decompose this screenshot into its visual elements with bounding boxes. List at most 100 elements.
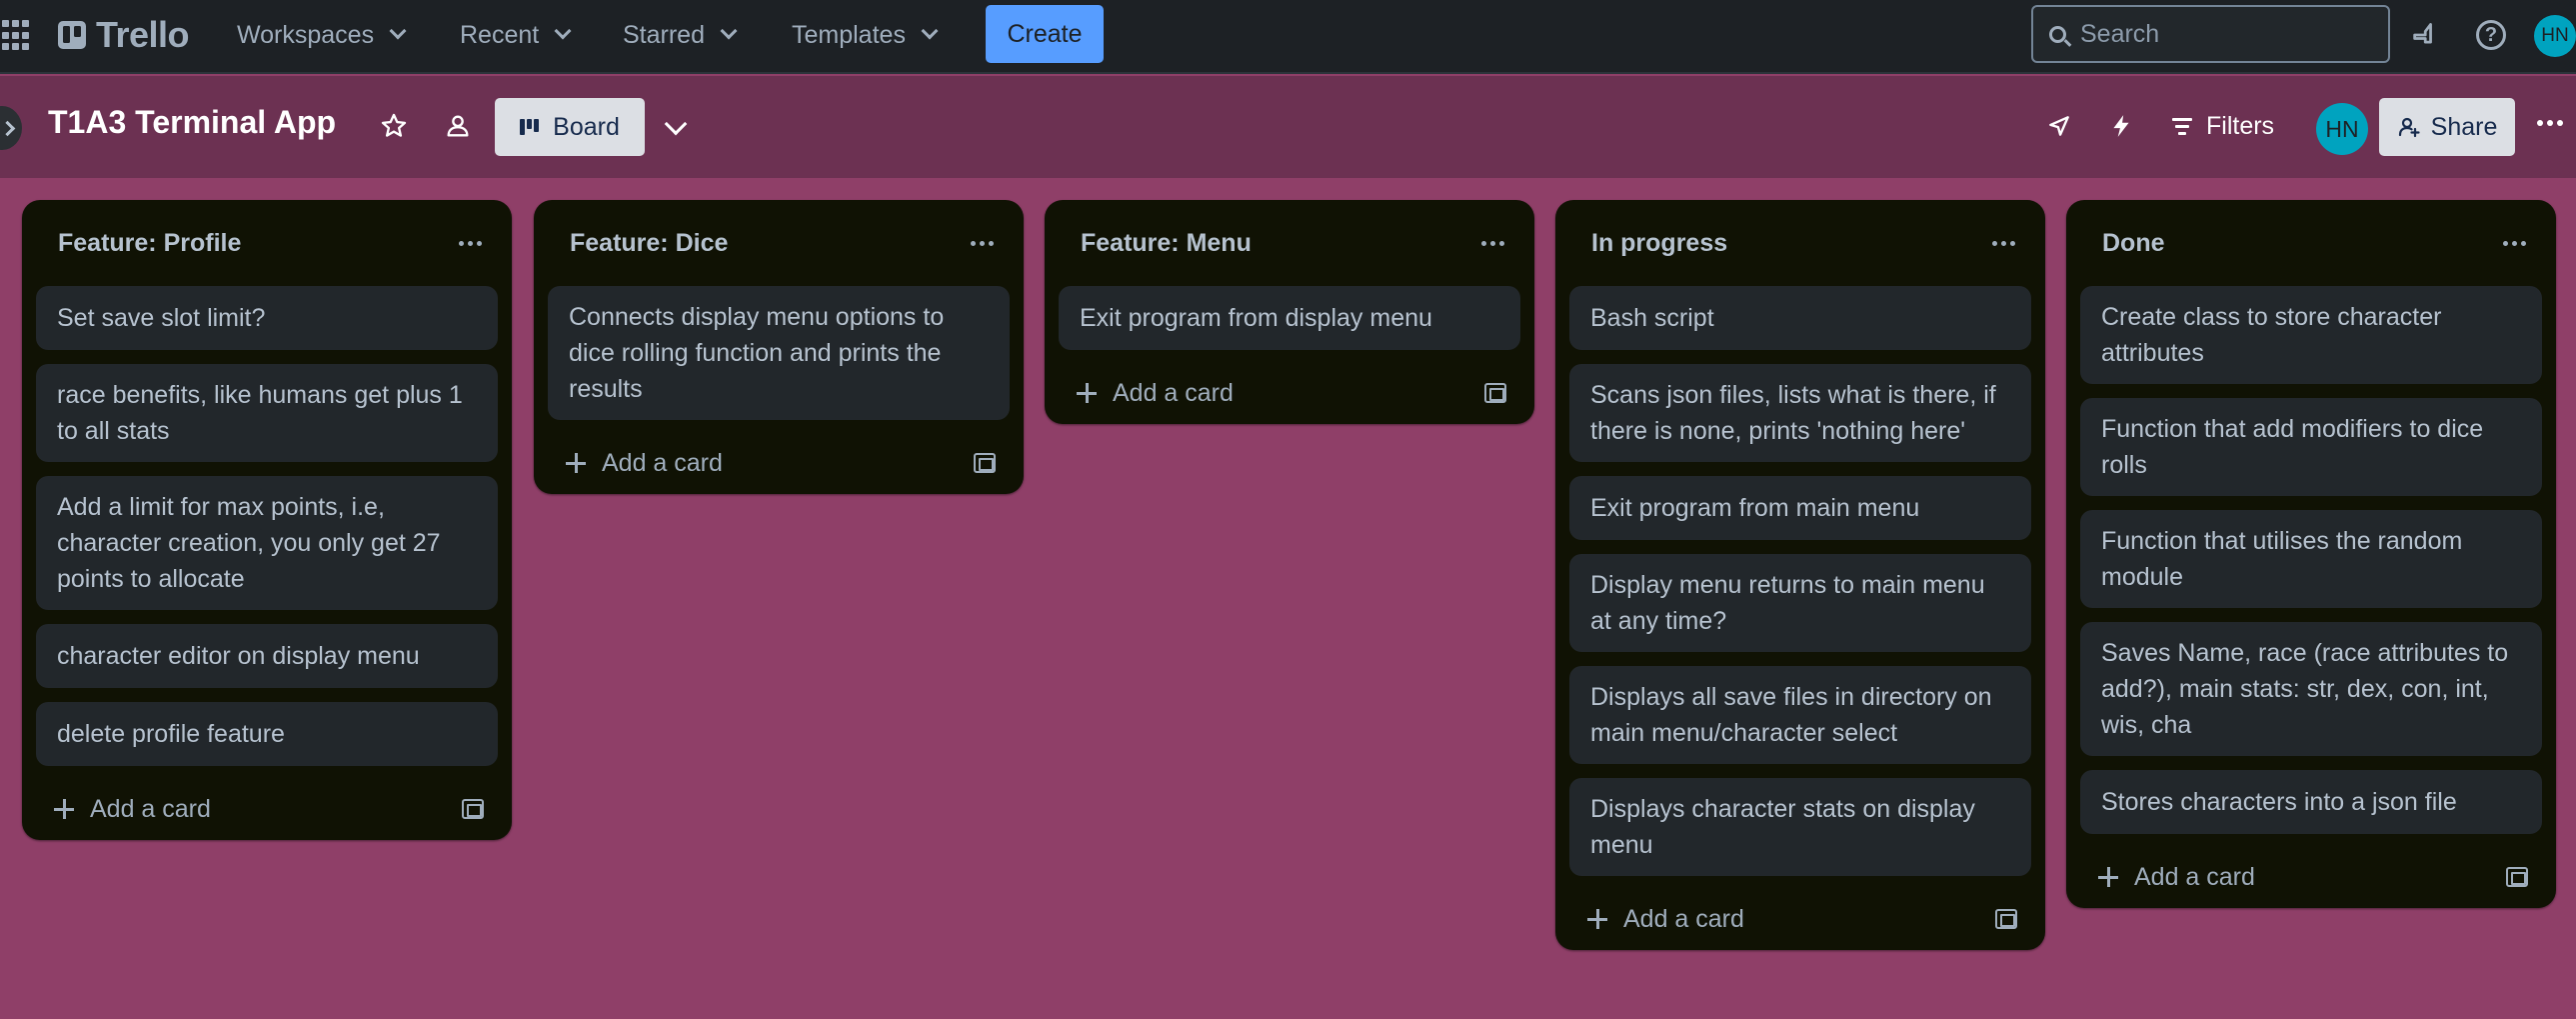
app-switcher-icon[interactable]: [0, 20, 30, 52]
filter-icon: [2172, 117, 2192, 135]
workspaces-menu[interactable]: Workspaces: [237, 14, 407, 56]
board-view-button[interactable]: Board: [495, 98, 645, 156]
automation-button[interactable]: [2101, 104, 2141, 148]
workspaces-label: Workspaces: [237, 20, 375, 49]
search-placeholder: Search: [2080, 19, 2160, 48]
card[interactable]: Create class to store character attribut…: [2080, 286, 2542, 384]
card[interactable]: Bash script: [1569, 286, 2031, 350]
add-card-button[interactable]: Add a card: [54, 795, 211, 824]
add-card-button[interactable]: Add a card: [566, 449, 723, 478]
starred-menu[interactable]: Starred: [623, 14, 738, 56]
trello-logo[interactable]: Trello: [58, 14, 190, 56]
list-header: Feature: Dice: [534, 200, 1024, 286]
card[interactable]: Exit program from main menu: [1569, 476, 2031, 540]
plus-icon: [1077, 383, 1097, 403]
card[interactable]: Displays all save files in directory on …: [1569, 666, 2031, 764]
list-title[interactable]: Feature: Menu: [1081, 229, 1252, 258]
list-header: Done: [2066, 200, 2556, 286]
card[interactable]: Saves Name, race (race attributes to add…: [2080, 622, 2542, 756]
card[interactable]: Displays character stats on display menu: [1569, 778, 2031, 876]
board-header: T1A3 Terminal App Board Filters HN Share: [0, 76, 2576, 178]
search-input[interactable]: Search: [2031, 5, 2390, 63]
list-title[interactable]: Feature: Profile: [58, 229, 241, 258]
list-actions-more-icon[interactable]: [1481, 240, 1504, 246]
share-button[interactable]: Share: [2379, 98, 2515, 156]
starred-label: Starred: [623, 20, 705, 49]
share-label: Share: [2430, 112, 2498, 141]
star-icon: [381, 113, 407, 137]
power-ups-button[interactable]: [2039, 104, 2079, 148]
card[interactable]: race benefits, like humans get plus 1 to…: [36, 364, 498, 462]
create-from-template-icon[interactable]: [2506, 867, 2528, 887]
add-card-label: Add a card: [1113, 378, 1234, 407]
card[interactable]: Function that add modifiers to dice roll…: [2080, 398, 2542, 496]
rocket-icon: [2049, 116, 2069, 136]
filters-button[interactable]: Filters: [2172, 104, 2274, 148]
add-card-row: Add a card: [1045, 362, 1534, 424]
card[interactable]: Display menu returns to main menu at any…: [1569, 554, 2031, 652]
create-from-template-icon[interactable]: [1995, 909, 2017, 929]
plus-icon: [1587, 909, 1607, 929]
add-card-button[interactable]: Add a card: [2098, 863, 2255, 892]
views-dropdown-chevron-icon[interactable]: [664, 112, 688, 136]
chevron-down-icon: [720, 22, 738, 40]
card[interactable]: Connects display menu options to dice ro…: [548, 286, 1010, 420]
recent-menu[interactable]: Recent: [460, 14, 572, 56]
board-member-avatar[interactable]: HN: [2316, 103, 2368, 155]
card[interactable]: Stores characters into a json file: [2080, 770, 2542, 834]
list-title[interactable]: Feature: Dice: [570, 229, 728, 258]
list-in-progress: In progress Bash script Scans json files…: [1555, 200, 2045, 950]
list-done: Done Create class to store character att…: [2066, 200, 2556, 908]
filters-label: Filters: [2206, 111, 2275, 140]
add-card-label: Add a card: [2134, 862, 2255, 891]
notifications-button[interactable]: [2409, 17, 2445, 53]
card[interactable]: character editor on display menu: [36, 624, 498, 688]
plus-icon: [2098, 867, 2118, 887]
card[interactable]: Set save slot limit?: [36, 286, 498, 350]
card[interactable]: Exit program from display menu: [1059, 286, 1520, 350]
add-card-button[interactable]: Add a card: [1077, 379, 1234, 408]
board-menu-more-icon[interactable]: [2537, 120, 2563, 126]
add-card-label: Add a card: [1623, 904, 1744, 933]
visibility-button[interactable]: [438, 104, 478, 148]
plus-icon: [54, 799, 74, 819]
create-from-template-icon[interactable]: [462, 799, 484, 819]
card[interactable]: Function that utilises the random module: [2080, 510, 2542, 608]
top-navigation: Trello Workspaces Recent Starred Templat…: [0, 0, 2576, 74]
list-header: Feature: Menu: [1045, 200, 1534, 286]
list-feature-dice: Feature: Dice Connects display menu opti…: [534, 200, 1024, 494]
search-icon: [2049, 25, 2066, 43]
card[interactable]: Scans json files, lists what is there, i…: [1569, 364, 2031, 462]
star-board-button[interactable]: [374, 104, 414, 148]
add-card-row: Add a card: [2066, 846, 2556, 908]
help-button[interactable]: ?: [2473, 17, 2509, 53]
board-view-label: Board: [553, 112, 620, 141]
list-header: Feature: Profile: [22, 200, 512, 286]
account-avatar[interactable]: HN: [2534, 15, 2576, 57]
list-actions-more-icon[interactable]: [2503, 240, 2526, 246]
board-icon: [520, 119, 540, 135]
chevron-down-icon: [921, 22, 939, 40]
create-button[interactable]: Create: [986, 5, 1104, 63]
list-actions-more-icon[interactable]: [1992, 240, 2015, 246]
board-title[interactable]: T1A3 Terminal App: [48, 104, 336, 141]
list-actions-more-icon[interactable]: [459, 240, 482, 246]
lightning-icon: [2113, 115, 2129, 137]
help-icon: ?: [2476, 20, 2506, 50]
card[interactable]: delete profile feature: [36, 702, 498, 766]
list-header: In progress: [1555, 200, 2045, 286]
create-from-template-icon[interactable]: [1484, 383, 1506, 403]
chevron-down-icon: [389, 22, 407, 40]
create-from-template-icon[interactable]: [974, 453, 996, 473]
templates-label: Templates: [792, 20, 906, 49]
list-title[interactable]: Done: [2102, 229, 2165, 258]
templates-menu[interactable]: Templates: [792, 14, 939, 56]
list-actions-more-icon[interactable]: [971, 240, 994, 246]
add-card-row: Add a card: [1555, 888, 2045, 950]
list-feature-profile: Feature: Profile Set save slot limit? ra…: [22, 200, 512, 840]
add-card-button[interactable]: Add a card: [1587, 905, 1744, 934]
trello-logo-icon: [58, 21, 86, 49]
expand-sidebar-button[interactable]: [0, 106, 22, 150]
card[interactable]: Add a limit for max points, i.e, charact…: [36, 476, 498, 610]
list-title[interactable]: In progress: [1591, 229, 1727, 258]
